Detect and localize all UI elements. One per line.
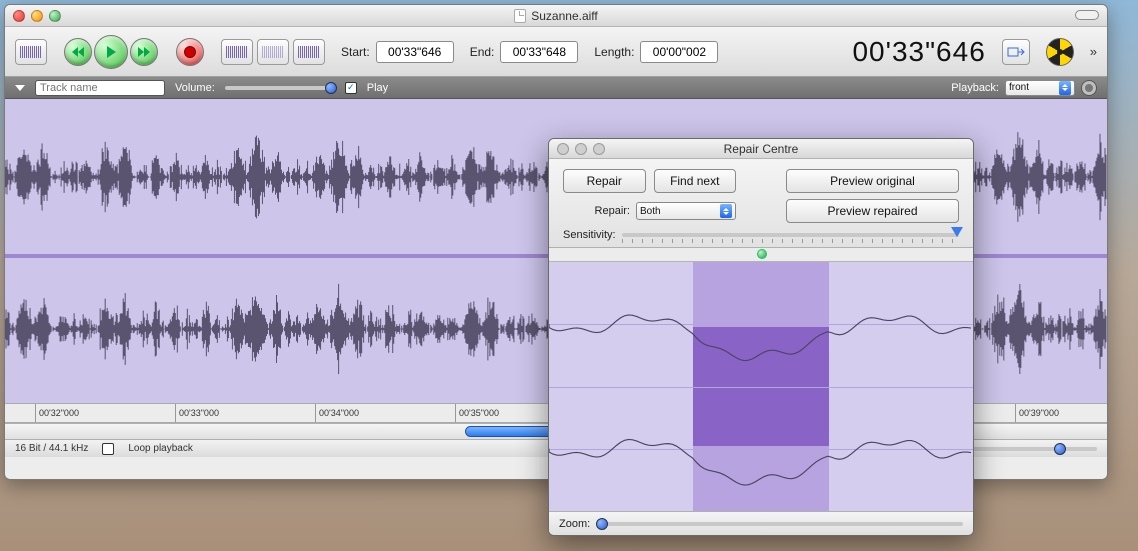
end-readout: End: (470, 41, 579, 63)
end-input[interactable] (500, 41, 578, 63)
close-icon[interactable] (557, 143, 569, 155)
time-display: 00'33"646 (852, 36, 985, 68)
track-name-input[interactable] (35, 80, 165, 96)
repair-bottom-bar: Zoom: (549, 511, 973, 535)
repair-window-title: Repair Centre (549, 142, 973, 156)
process-button[interactable] (293, 39, 325, 65)
window-controls (13, 10, 61, 22)
minimize-icon[interactable] (31, 10, 43, 22)
overflow-icon[interactable]: » (1090, 44, 1097, 59)
ruler-tick: 00'33"000 (175, 404, 219, 422)
ruler-tick: 00'32"000 (35, 404, 79, 422)
play-checkbox[interactable]: ✓ (345, 82, 357, 94)
start-input[interactable] (376, 41, 454, 63)
waveform-icon (298, 46, 320, 58)
repair-titlebar: Repair Centre (549, 139, 973, 159)
export-icon (1007, 45, 1025, 59)
audio-format-label: 16 Bit / 44.1 kHz (15, 443, 88, 454)
insert-marker-button[interactable] (221, 39, 253, 65)
sensitivity-slider[interactable] (622, 233, 959, 237)
toolbar-toggle-icon[interactable] (1075, 10, 1099, 20)
remove-marker-button[interactable] (257, 39, 289, 65)
playback-select[interactable]: front (1005, 80, 1075, 96)
window-title: Suzanne.aiff (5, 9, 1107, 23)
export-button[interactable] (1002, 39, 1030, 65)
zoom-icon[interactable] (49, 10, 61, 22)
window-title-text: Suzanne.aiff (531, 9, 598, 23)
forward-button[interactable] (130, 38, 158, 66)
waveform-icon (262, 46, 284, 58)
start-label: Start: (341, 45, 370, 59)
end-label: End: (470, 45, 495, 59)
sensitivity-label: Sensitivity: (563, 229, 616, 241)
repair-centre-window: Repair Centre Repair Find next Preview o… (548, 138, 974, 536)
titlebar: Suzanne.aiff (5, 5, 1107, 27)
horizontal-scrollbar[interactable] (465, 426, 561, 437)
repair-zoom-label: Zoom: (559, 518, 590, 530)
slider-thumb-icon[interactable] (596, 518, 608, 530)
playback-select-value: front (1009, 82, 1029, 93)
transport-controls (63, 35, 159, 69)
repair-mode-value: Both (640, 206, 661, 217)
repair-marker-row (549, 248, 973, 262)
repair-button[interactable]: Repair (563, 169, 646, 193)
ruler-tick: 00'35"000 (455, 404, 499, 422)
loop-checkbox[interactable]: ✓ (102, 443, 114, 455)
repair-zoom-slider[interactable] (596, 522, 963, 526)
slider-ticks (622, 239, 959, 243)
zoom-icon[interactable] (593, 143, 605, 155)
length-label: Length: (594, 45, 634, 59)
waveform-icon (226, 46, 248, 58)
burn-button[interactable] (1046, 38, 1074, 66)
ruler-tick: 00'39"000 (1015, 404, 1059, 422)
repair-waveform-view[interactable] (549, 262, 973, 511)
loop-checkbox-label: Loop playback (128, 443, 193, 454)
volume-slider[interactable] (225, 86, 335, 90)
waveform-tool-button[interactable] (15, 39, 47, 65)
repair-mode-select[interactable]: Both (636, 202, 736, 220)
close-icon[interactable] (13, 10, 25, 22)
playback-label: Playback: (951, 82, 999, 94)
find-next-button[interactable]: Find next (654, 169, 737, 193)
slider-thumb-icon[interactable] (1054, 443, 1066, 455)
play-icon (107, 46, 116, 58)
play-checkbox-label: Play (367, 82, 388, 94)
repair-controls: Repair Find next Preview original Repair… (549, 159, 973, 248)
ruler-tick: 00'34"000 (315, 404, 359, 422)
start-readout: Start: (341, 41, 454, 63)
gear-icon[interactable] (1081, 80, 1097, 96)
window-controls (557, 143, 605, 155)
preview-repaired-button[interactable]: Preview repaired (786, 199, 959, 223)
edit-tools-group (221, 39, 325, 65)
disclosure-icon[interactable] (15, 85, 25, 91)
track-header: Volume: ✓ Play Playback: front (5, 77, 1107, 99)
record-icon (184, 46, 196, 58)
minimize-icon[interactable] (575, 143, 587, 155)
length-input[interactable] (640, 41, 718, 63)
repair-mode-label: Repair: (595, 205, 630, 217)
document-icon (514, 9, 526, 23)
waveform-icon (20, 46, 42, 58)
slider-thumb-icon[interactable] (325, 82, 337, 94)
repair-title-text: Repair Centre (724, 142, 799, 156)
select-arrows-icon (720, 204, 732, 218)
marker-icon[interactable] (757, 249, 767, 259)
play-button[interactable] (94, 35, 128, 69)
select-arrows-icon (1059, 81, 1071, 95)
length-readout: Length: (594, 41, 718, 63)
volume-label: Volume: (175, 82, 215, 94)
slider-thumb-icon[interactable] (951, 227, 963, 237)
record-button[interactable] (176, 38, 204, 66)
toolbar: Start: End: Length: 00'33"646 » (5, 27, 1107, 77)
playback-controls: Playback: front (951, 80, 1097, 96)
rewind-button[interactable] (64, 38, 92, 66)
preview-original-button[interactable]: Preview original (786, 169, 959, 193)
